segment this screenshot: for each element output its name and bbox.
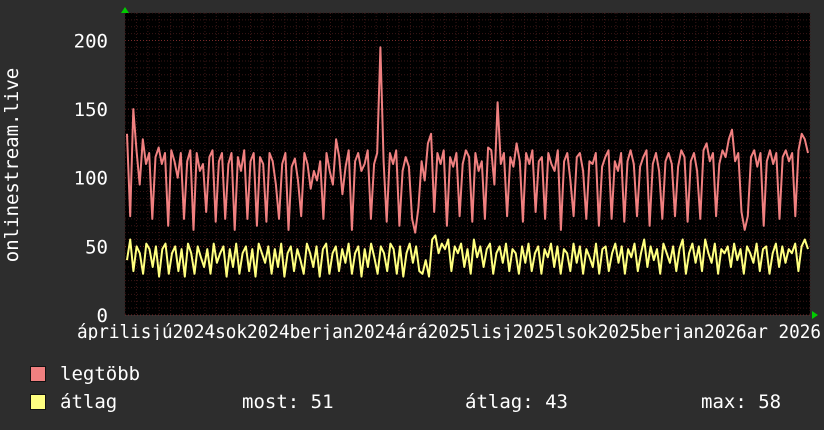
y-tick-label: 50 [85, 236, 108, 258]
legend-item-atlag: átlag [30, 391, 117, 413]
y-tick-label: 200 [74, 30, 108, 52]
legtobb-swatch-icon [30, 366, 46, 382]
y-axis-arrow-icon [121, 7, 129, 13]
atlag-swatch-icon [30, 394, 46, 410]
y-axis-label: onlinestream.live [1, 68, 23, 262]
rrd-chart: 050100150200 áprilisjú2024sok2024berjan2… [1, 7, 821, 340]
x-tick-labels-overlapping: áprilisjú2024sok2024berjan2024árá2025lis… [77, 321, 821, 340]
x-axis-arrow-icon [812, 311, 818, 319]
legend-label-legtobb: legtöbb [60, 363, 141, 385]
x-tick-labels: áprilisjú2024sok2024berjan2024árá2025lis… [77, 321, 821, 340]
legend-label-atlag: átlag [60, 391, 118, 413]
stat-now: most: 51 [242, 391, 334, 413]
legend-item-legtobb: legtöbb [30, 363, 140, 385]
stat-avg: átlag: 43 [465, 391, 568, 413]
y-tick-label: 150 [74, 99, 108, 121]
y-tick-label: 100 [74, 168, 108, 190]
y-tick-labels: 050100150200 [74, 30, 108, 327]
stat-max: max: 58 [701, 391, 782, 413]
